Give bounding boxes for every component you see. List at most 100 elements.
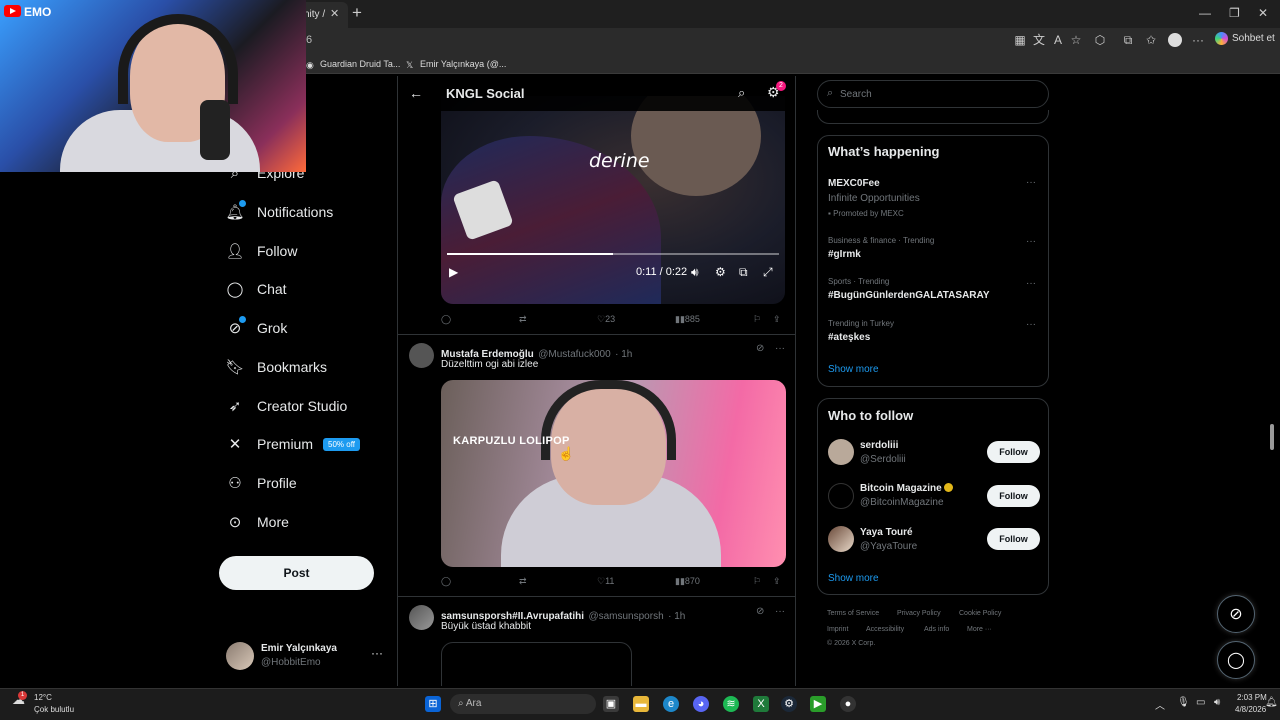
repost-icon[interactable]: ⇄ bbox=[519, 314, 527, 325]
windows-start-icon[interactable]: ⊞ bbox=[425, 696, 441, 712]
discord-icon[interactable]: ◕ bbox=[693, 696, 709, 712]
trend-more-icon[interactable]: ··· bbox=[1026, 177, 1036, 188]
settings-icon[interactable]: ⚙ bbox=[715, 265, 726, 279]
favorite-star-icon[interactable]: ☆ bbox=[1069, 33, 1083, 47]
views-count[interactable]: ▮▮ 870 bbox=[675, 576, 700, 587]
like-button[interactable]: ♡ 23 bbox=[597, 314, 615, 325]
close-window-icon[interactable]: ✕ bbox=[1258, 6, 1268, 20]
nav-premium[interactable]: ✕ Premium 50% off bbox=[226, 431, 360, 457]
footer-link-accessibility[interactable]: Accessibility bbox=[866, 626, 904, 633]
search-field[interactable]: ⌕ Search bbox=[817, 80, 1049, 108]
bookmark-icon[interactable]: ⚐ bbox=[753, 314, 761, 325]
reply-icon[interactable]: ◯ bbox=[441, 576, 451, 587]
tweet-video-1[interactable]: derine ▶ 0:11 / 0:22 🔊︎ ⚙ ⧉ ⤢ bbox=[441, 96, 785, 304]
views-count[interactable]: ▮▮ 885 bbox=[675, 314, 700, 325]
extensions-icon[interactable]: ⬡ bbox=[1093, 33, 1107, 47]
footer-link-imprint[interactable]: Imprint bbox=[827, 626, 848, 633]
trend-name[interactable]: #gIrmk bbox=[828, 249, 861, 260]
terminal-icon[interactable]: ▶ bbox=[810, 696, 826, 712]
browser-tab-active[interactable]: nity / bbox=[300, 2, 348, 28]
tweet-more-icon[interactable]: ··· bbox=[775, 606, 785, 617]
task-view-icon[interactable]: ▣ bbox=[603, 696, 619, 712]
favorite-guardian-druid[interactable]: ◉ Guardian Druid Ta... bbox=[306, 59, 400, 70]
address-input[interactable]: 6 bbox=[306, 34, 312, 46]
translate-icon[interactable]: 文 bbox=[1032, 33, 1046, 47]
footer-link-terms[interactable]: Terms of Service bbox=[827, 610, 879, 617]
taskbar-time[interactable]: 2:03 PM bbox=[1237, 693, 1267, 702]
copilot-button[interactable]: Sohbet et bbox=[1215, 32, 1275, 45]
trend-more-icon[interactable]: ··· bbox=[1026, 236, 1036, 247]
search-icon[interactable]: ⌕ bbox=[738, 85, 745, 101]
footer-link-privacy[interactable]: Privacy Policy bbox=[897, 610, 941, 617]
nav-more[interactable]: ⊙ More bbox=[226, 509, 289, 535]
grok-explain-icon[interactable]: ⊘ bbox=[756, 343, 764, 354]
close-tab-icon[interactable]: ✕ bbox=[330, 7, 339, 20]
avatar[interactable] bbox=[409, 605, 434, 630]
messages-fab-icon[interactable]: ◯ bbox=[1217, 641, 1255, 679]
nav-bookmarks[interactable]: 🔖︎ Bookmarks bbox=[225, 354, 327, 380]
footer-link-more[interactable]: More ··· bbox=[967, 626, 992, 633]
tweet-media-3[interactable] bbox=[441, 642, 632, 686]
restore-icon[interactable]: ❐ bbox=[1229, 6, 1240, 20]
tweet-author-handle[interactable]: @samsunsporsh bbox=[588, 611, 663, 622]
follow-button[interactable]: Follow bbox=[987, 441, 1040, 463]
trend-name[interactable]: #ateşkes bbox=[828, 332, 870, 343]
suggested-user-name[interactable]: serdoliii bbox=[860, 440, 898, 451]
favorites-icon[interactable]: ✩ bbox=[1144, 33, 1158, 47]
trend-name[interactable]: #BugünGünlerdenGALATASARAY bbox=[828, 290, 989, 301]
follow-button[interactable]: Follow bbox=[987, 528, 1040, 550]
browser-menu-icon[interactable]: ··· bbox=[1191, 33, 1205, 47]
trend-more-icon[interactable]: ··· bbox=[1026, 278, 1036, 289]
who-to-follow-show-more[interactable]: Show more bbox=[828, 573, 879, 584]
tweet-video-2[interactable]: KARPUZLU LOLIPOP bbox=[441, 380, 786, 567]
fullscreen-icon[interactable]: ⤢ bbox=[763, 265, 773, 280]
nav-grok[interactable]: ⊘ Grok bbox=[226, 315, 287, 341]
microphone-icon[interactable]: 🎙︎ bbox=[1177, 697, 1190, 708]
reply-icon[interactable]: ◯ bbox=[441, 314, 451, 325]
profile-avatar-icon[interactable] bbox=[1168, 33, 1182, 47]
trend-more-icon[interactable]: ··· bbox=[1026, 319, 1036, 330]
grok-fab-icon[interactable]: ⊘ bbox=[1217, 595, 1255, 633]
edge-browser-icon[interactable]: e bbox=[663, 696, 679, 712]
app-view-icon[interactable]: ▦ bbox=[1013, 33, 1027, 47]
like-button[interactable]: ♡ 11 bbox=[597, 576, 614, 587]
volume-icon[interactable]: 🔊︎ bbox=[691, 265, 699, 280]
search-input[interactable]: Search bbox=[840, 89, 872, 100]
page-scrollbar[interactable] bbox=[1270, 424, 1274, 450]
bookmark-icon[interactable]: ⚐ bbox=[753, 576, 761, 587]
follow-button[interactable]: Follow bbox=[987, 485, 1040, 507]
steam-icon[interactable]: ⚙ bbox=[781, 696, 797, 712]
excel-icon[interactable]: X bbox=[753, 696, 769, 712]
avatar[interactable] bbox=[409, 343, 434, 368]
account-switcher[interactable]: Emir Yalçınkaya @HobbitEmo ··· bbox=[226, 640, 386, 672]
nav-creator-studio[interactable]: ➶ Creator Studio bbox=[226, 393, 348, 419]
obs-icon[interactable]: ● bbox=[840, 696, 856, 712]
avatar[interactable] bbox=[828, 526, 854, 552]
spotify-icon[interactable]: ≋ bbox=[723, 696, 739, 712]
avatar[interactable] bbox=[828, 439, 854, 465]
footer-link-cookies[interactable]: Cookie Policy bbox=[959, 610, 1001, 617]
tweet-author-handle[interactable]: @Mustafuck000 bbox=[538, 349, 610, 360]
video-progress-bar[interactable] bbox=[447, 253, 779, 255]
file-explorer-icon[interactable]: ▬ bbox=[633, 696, 649, 712]
volume-icon[interactable]: 🔊︎ bbox=[1214, 697, 1220, 708]
footer-link-ads-info[interactable]: Ads info bbox=[924, 626, 949, 633]
nav-profile[interactable]: ⚇ Profile bbox=[226, 470, 296, 496]
play-icon[interactable]: ▶ bbox=[449, 265, 458, 279]
minimize-icon[interactable]: — bbox=[1199, 6, 1211, 20]
tray-overflow-icon[interactable]: ︿ bbox=[1155, 697, 1165, 712]
taskbar-date[interactable]: 4/8/2026 bbox=[1235, 705, 1266, 714]
notification-bell-icon[interactable]: 🔔︎ bbox=[1265, 697, 1278, 708]
tweet-more-icon[interactable]: ··· bbox=[775, 343, 785, 354]
split-screen-icon[interactable]: ⧉ bbox=[1121, 33, 1135, 47]
weather-temperature[interactable]: 12°C bbox=[34, 693, 52, 702]
post-button[interactable]: Post bbox=[219, 556, 374, 590]
nav-chat[interactable]: ◯ Chat bbox=[226, 276, 287, 302]
network-icon[interactable]: ▭ bbox=[1196, 697, 1205, 708]
trends-show-more[interactable]: Show more bbox=[828, 364, 879, 375]
share-icon[interactable]: ⇪ bbox=[773, 314, 781, 325]
taskbar-search[interactable]: ⌕ Ara bbox=[450, 694, 596, 714]
grok-explain-icon[interactable]: ⊘ bbox=[756, 606, 764, 617]
account-more-icon[interactable]: ··· bbox=[371, 646, 383, 660]
suggested-user-name[interactable]: Yaya Touré bbox=[860, 527, 913, 538]
